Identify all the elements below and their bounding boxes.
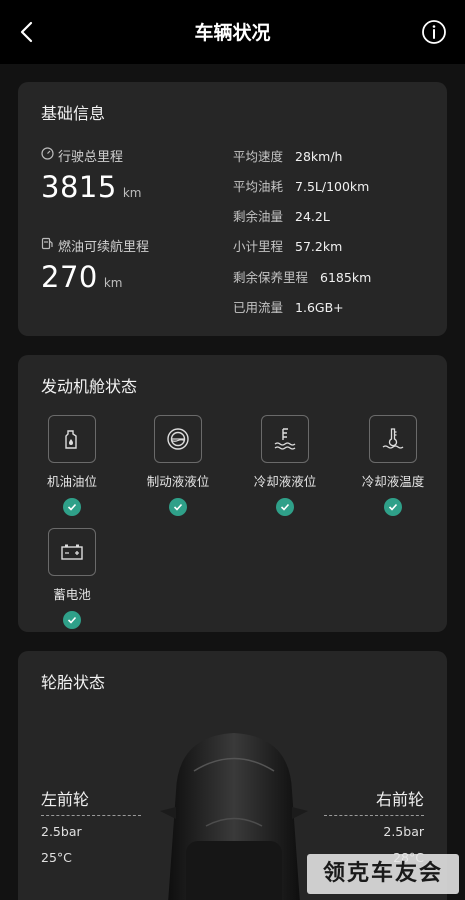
basic-info-title: 基础信息 (41, 104, 106, 123)
stat-value: 24.2L (295, 209, 330, 224)
range-label: 燃油可续航里程 (58, 240, 150, 255)
odometer-number: 3815 (41, 170, 117, 204)
brake-fluid-icon (154, 415, 202, 463)
stat-avg-speed: 平均速度 28km/h (233, 146, 342, 165)
front-right-name: 右前轮 (375, 790, 424, 809)
engine-item-label: 机油油位 (46, 474, 97, 489)
odometer-label: 行驶总里程 (58, 150, 124, 165)
fuel-pump-icon (41, 237, 53, 250)
battery-icon (48, 528, 96, 576)
front-left-temp: 25°C (41, 850, 72, 865)
engine-item-battery[interactable]: 蓄电池 (32, 528, 112, 629)
engine-item-label: 冷却液液位 (253, 474, 317, 489)
engine-item-label: 蓄电池 (53, 587, 91, 602)
stat-label: 剩余保养里程 (233, 270, 309, 285)
stat-fuel-remaining: 剩余油量 24.2L (233, 206, 330, 225)
stat-value: 28km/h (295, 149, 343, 164)
watermark-logo: 领克车友会 (307, 854, 459, 894)
range-number: 270 (41, 260, 98, 294)
range-value: 270 km (41, 260, 123, 294)
range-unit: km (103, 276, 123, 290)
odometer-value: 3815 km (41, 170, 141, 204)
coolant-level-icon (261, 415, 309, 463)
basic-info-card: 基础信息 行驶总里程 3815 km 燃油可续航里程 270 km 平均速度 28km… (18, 82, 447, 336)
stat-label: 平均油耗 (233, 179, 284, 194)
check-icon (63, 611, 81, 629)
oil-bottle-icon (48, 415, 96, 463)
engine-item-label: 制动液液位 (146, 474, 210, 489)
front-right-pressure: 2.5bar (383, 824, 424, 839)
stat-value: 1.6GB+ (295, 300, 344, 315)
tire-title: 轮胎状态 (41, 673, 106, 692)
stat-value: 7.5L/100km (295, 179, 370, 194)
check-icon (169, 498, 187, 516)
check-icon (276, 498, 294, 516)
stat-label: 剩余油量 (233, 209, 284, 224)
engine-status-card: 发动机舱状态 机油油位 制动液液位 冷却液液位 冷却液温度 蓄电池 (18, 355, 447, 632)
stat-value: 6185km (320, 270, 372, 285)
stat-avg-fuel: 平均油耗 7.5L/100km (233, 176, 369, 195)
stat-data-used: 已用流量 1.6GB+ (233, 297, 344, 316)
stat-label: 平均速度 (233, 149, 284, 164)
stat-trip: 小计里程 57.2km (233, 236, 342, 255)
front-left-name: 左前轮 (41, 790, 90, 809)
engine-item-brake-fluid[interactable]: 制动液液位 (138, 415, 218, 516)
front-right-divider (324, 815, 424, 816)
check-icon (63, 498, 81, 516)
top-bar: 车辆状况 (0, 0, 465, 64)
odometer-unit: km (122, 186, 142, 200)
front-left-divider (41, 815, 141, 816)
front-left-pressure: 2.5bar (41, 824, 82, 839)
engine-item-coolant-level[interactable]: 冷却液液位 (245, 415, 325, 516)
info-circle-icon[interactable] (421, 19, 447, 45)
coolant-temp-icon (369, 415, 417, 463)
engine-item-label: 冷却液温度 (361, 474, 425, 489)
stat-label: 小计里程 (233, 239, 284, 254)
stat-label: 已用流量 (233, 300, 284, 315)
car-image (160, 733, 308, 900)
stat-value: 57.2km (295, 239, 343, 254)
page-title: 车辆状况 (194, 22, 271, 44)
stat-service-remaining: 剩余保养里程 6185km (233, 267, 371, 286)
check-icon (384, 498, 402, 516)
engine-item-coolant-temp[interactable]: 冷却液温度 (353, 415, 433, 516)
odometer-icon (41, 147, 54, 160)
engine-title: 发动机舱状态 (41, 377, 138, 396)
engine-item-oil[interactable]: 机油油位 (32, 415, 112, 516)
